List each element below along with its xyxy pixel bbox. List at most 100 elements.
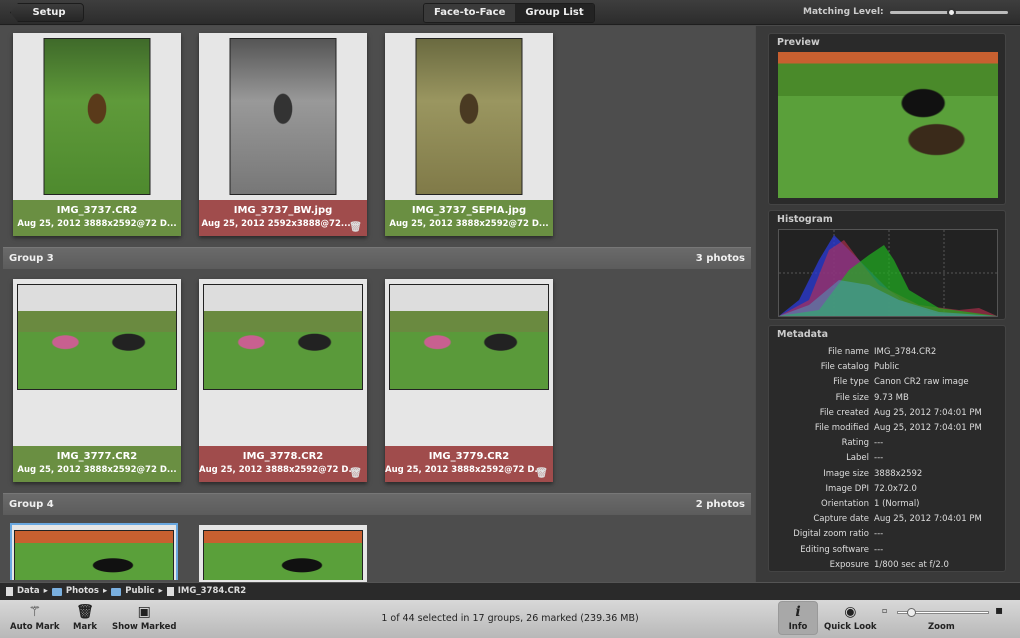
group-count: 3 photos bbox=[695, 253, 745, 264]
quick-look-button[interactable]: ◉ Quick Look bbox=[824, 602, 877, 632]
group-header[interactable]: Group 4 2 photos bbox=[3, 493, 751, 515]
trash-icon[interactable]: 🗑 bbox=[349, 468, 362, 479]
file-icon bbox=[166, 587, 174, 596]
metadata-value: --- bbox=[874, 529, 884, 540]
photo-card[interactable] bbox=[10, 523, 178, 580]
metadata-row: File type Canon CR2 raw image bbox=[769, 375, 1005, 390]
info-button[interactable]: i Info bbox=[778, 601, 818, 635]
metadata-row: Orientation 1 (Normal) bbox=[769, 497, 1005, 512]
photo-card[interactable]: IMG_3737_SEPIA.jpg Aug 25, 2012 3888x259… bbox=[385, 33, 553, 236]
metadata-key: Editing software bbox=[800, 544, 869, 555]
view-mode-segmented-control: Face-to-Face Group List bbox=[423, 3, 595, 23]
folder-icon bbox=[111, 587, 122, 596]
file-name: IMG_3778.CR2 bbox=[242, 451, 324, 462]
breadcrumb: Data ▸ Photos ▸ Public ▸ IMG_3784.CR2 bbox=[0, 582, 1020, 600]
breadcrumb-item[interactable]: Public bbox=[125, 583, 154, 600]
histogram-title: Histogram bbox=[777, 214, 833, 225]
photo-label: IMG_3778.CR2 Aug 25, 2012 3888x2592@72 D… bbox=[199, 446, 367, 482]
metadata-key: Orientation bbox=[821, 499, 869, 510]
metadata-value: 1/800 sec at f/2.0 bbox=[874, 559, 949, 570]
histogram-chart bbox=[778, 229, 998, 317]
metadata-value: 1 (Normal) bbox=[874, 499, 920, 510]
metadata-row: Exposure 1/800 sec at f/2.0 bbox=[769, 558, 1005, 573]
metadata-value: --- bbox=[874, 438, 884, 449]
file-name: IMG_3777.CR2 bbox=[56, 451, 138, 462]
drive-icon bbox=[6, 587, 13, 596]
slider-knob[interactable] bbox=[946, 8, 956, 17]
file-name: IMG_3737_SEPIA.jpg bbox=[411, 205, 527, 216]
photo-thumbnail bbox=[389, 284, 549, 390]
chevron-right-icon: ▸ bbox=[43, 586, 48, 596]
group-name: Group 3 bbox=[9, 253, 54, 264]
metadata-key: Rating bbox=[841, 438, 869, 449]
metadata-value: Aug 25, 2012 7:04:01 PM bbox=[874, 514, 982, 525]
metadata-row: Label --- bbox=[769, 451, 1005, 466]
photo-card[interactable]: IMG_3777.CR2 Aug 25, 2012 3888x2592@72 D… bbox=[13, 279, 181, 482]
tab-face-to-face[interactable]: Face-to-Face bbox=[424, 4, 516, 22]
trash-icon[interactable]: 🗑 bbox=[535, 468, 548, 479]
chevron-right-icon: ▸ bbox=[102, 586, 108, 596]
file-name: IMG_3779.CR2 bbox=[428, 451, 510, 462]
metadata-row: File created Aug 25, 2012 7:04:01 PM bbox=[769, 406, 1005, 421]
file-name: IMG_3737.CR2 bbox=[56, 205, 138, 216]
photo-card[interactable]: IMG_3778.CR2 Aug 25, 2012 3888x2592@72 D… bbox=[199, 279, 367, 482]
button-label: Info bbox=[788, 622, 808, 632]
photo-label: IMG_3737_SEPIA.jpg Aug 25, 2012 3888x259… bbox=[385, 200, 553, 236]
metadata-key: File type bbox=[833, 377, 869, 388]
photo-thumbnail bbox=[17, 284, 177, 390]
setup-button[interactable]: Setup bbox=[10, 3, 84, 22]
metadata-row: File catalog Public bbox=[769, 360, 1005, 375]
photo-thumbnail bbox=[43, 38, 151, 195]
metadata-value: --- bbox=[874, 453, 884, 464]
metadata-value: Aug 25, 2012 7:04:01 PM bbox=[874, 407, 982, 418]
metadata-value: Aug 25, 2012 7:04:01 PM bbox=[874, 423, 982, 434]
file-name: IMG_3737_BW.jpg bbox=[233, 205, 333, 216]
file-details: Aug 25, 2012 2592x3888@72... bbox=[201, 219, 351, 229]
photo-label: IMG_3737.CR2 Aug 25, 2012 3888x2592@72 D… bbox=[13, 200, 181, 236]
photo-card[interactable]: IMG_3779.CR2 Aug 25, 2012 3888x2592@72 D… bbox=[385, 279, 553, 482]
file-details: Aug 25, 2012 3888x2592@72 D... bbox=[385, 465, 545, 475]
zoom-large-icon: ▪ bbox=[995, 603, 1004, 617]
metadata-row: Rating --- bbox=[769, 436, 1005, 451]
button-label: Quick Look bbox=[824, 622, 877, 632]
group-count: 2 photos bbox=[695, 499, 745, 510]
photo-label: IMG_3777.CR2 Aug 25, 2012 3888x2592@72 D… bbox=[13, 446, 181, 482]
info-panel: Preview Histogram Metadata File name IMG_… bbox=[756, 26, 1020, 582]
metadata-row: File name IMG_3784.CR2 bbox=[769, 345, 1005, 360]
zoom-slider[interactable] bbox=[897, 608, 989, 617]
photo-card[interactable]: IMG_3737.CR2 Aug 25, 2012 3888x2592@72 D… bbox=[13, 33, 181, 236]
zoom-label: Zoom bbox=[928, 622, 955, 632]
photo-card[interactable] bbox=[199, 525, 367, 582]
metadata-key: Label bbox=[846, 453, 869, 464]
trash-icon[interactable]: 🗑 bbox=[349, 222, 362, 233]
photo-label: IMG_3779.CR2 Aug 25, 2012 3888x2592@72 D… bbox=[385, 446, 553, 482]
tab-group-list[interactable]: Group List bbox=[515, 4, 594, 22]
photo-card[interactable]: IMG_3737_BW.jpg Aug 25, 2012 2592x3888@7… bbox=[199, 33, 367, 236]
matching-level-slider[interactable] bbox=[890, 8, 1008, 17]
metadata-key: Image size bbox=[823, 468, 869, 479]
metadata-key: File size bbox=[835, 392, 869, 403]
metadata-row: Image size 3888x2592 bbox=[769, 467, 1005, 482]
metadata-list: File name IMG_3784.CR2 File catalog Public F… bbox=[769, 345, 1005, 573]
preview-image bbox=[778, 52, 998, 198]
file-details: Aug 25, 2012 3888x2592@72 D... bbox=[389, 219, 549, 229]
breadcrumb-item[interactable]: IMG_3784.CR2 bbox=[178, 583, 246, 600]
metadata-key: File catalog bbox=[820, 362, 869, 373]
metadata-key: Exposure bbox=[829, 559, 869, 570]
metadata-value: Public bbox=[874, 362, 900, 373]
breadcrumb-item[interactable]: Photos bbox=[66, 583, 99, 600]
metadata-value: IMG_3784.CR2 bbox=[874, 347, 937, 357]
zoom-small-icon: ▫ bbox=[882, 606, 888, 615]
photo-thumbnail bbox=[415, 38, 523, 195]
bottom-toolbar: ⚚ Auto Mark 🗑 Mark ▣ Show Marked 1 of 44 se… bbox=[0, 600, 1020, 638]
metadata-value: 9.73 MB bbox=[874, 392, 909, 403]
matching-level-label: Matching Level: bbox=[803, 7, 884, 17]
metadata-value: 3888x2592 bbox=[874, 468, 923, 479]
chevron-right-icon: ▸ bbox=[158, 586, 163, 596]
metadata-row: File size 9.73 MB bbox=[769, 391, 1005, 406]
metadata-value: --- bbox=[874, 544, 884, 555]
breadcrumb-item[interactable]: Data bbox=[17, 583, 40, 600]
top-bar: Setup Face-to-Face Group List Matching L… bbox=[0, 0, 1020, 25]
group-header[interactable]: Group 3 3 photos bbox=[3, 247, 751, 269]
metadata-key: Image DPI bbox=[825, 483, 869, 494]
